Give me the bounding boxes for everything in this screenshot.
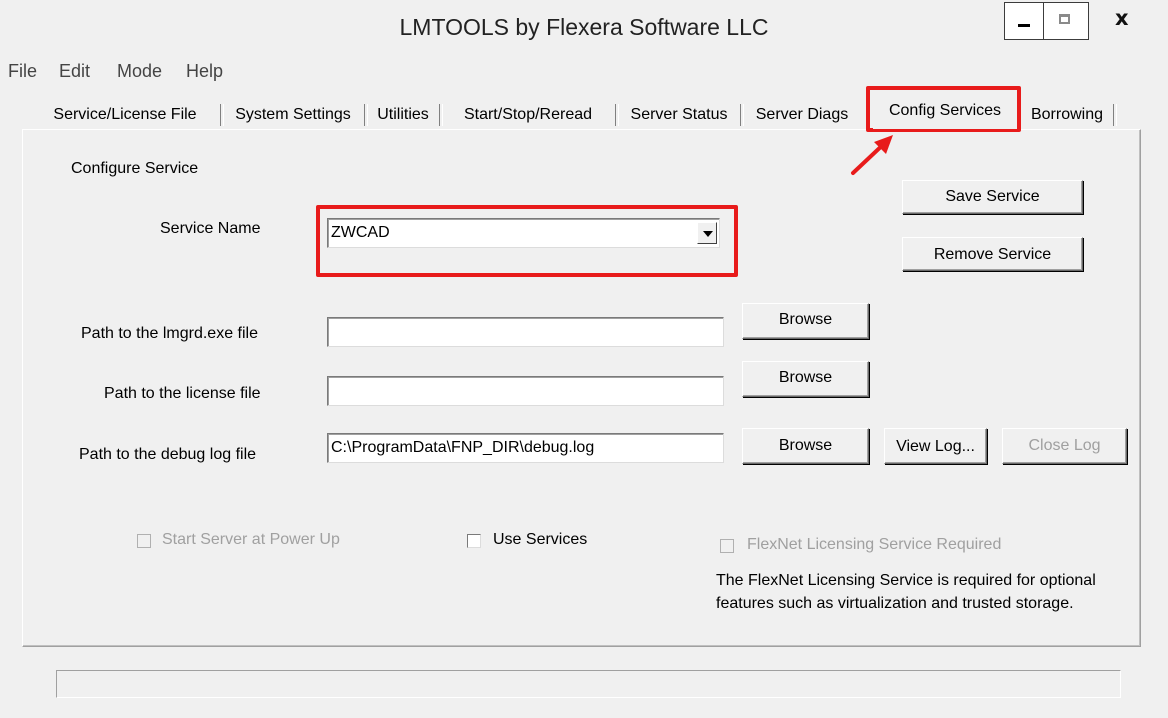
lmgrd-path-label: Path to the lmgrd.exe file — [81, 325, 258, 342]
close-icon: x — [1115, 6, 1129, 30]
tab-system-settings[interactable]: System Settings — [223, 100, 363, 129]
debug-log-path-input[interactable]: C:\ProgramData\FNP_DIR\debug.log — [327, 433, 724, 463]
menu-bar: File Edit Mode Help — [0, 58, 1168, 86]
menu-help[interactable]: Help — [186, 61, 223, 82]
chevron-down-icon[interactable] — [697, 222, 717, 244]
tab-config-services[interactable]: Config Services — [873, 96, 1017, 129]
start-server-label: Start Server at Power Up — [162, 531, 340, 548]
browse-lmgrd-button[interactable]: Browse — [742, 303, 869, 339]
tab-server-status[interactable]: Server Status — [618, 100, 740, 129]
start-server-checkbox[interactable] — [137, 534, 151, 548]
maximize-button[interactable] — [1044, 2, 1089, 40]
close-button[interactable]: x — [1089, 0, 1157, 38]
tab-server-diags[interactable]: Server Diags — [743, 100, 861, 129]
remove-service-button[interactable]: Remove Service — [902, 237, 1083, 271]
maximize-icon — [1059, 14, 1070, 24]
tab-borrowing[interactable]: Borrowing — [1022, 100, 1112, 129]
license-path-input[interactable] — [327, 376, 724, 406]
tab-utilities[interactable]: Utilities — [367, 100, 439, 129]
service-name-label: Service Name — [160, 220, 261, 237]
lmtools-window: LMTOOLS by Flexera Software LLC x File E… — [0, 0, 1168, 718]
menu-mode[interactable]: Mode — [117, 61, 162, 82]
tab-divider — [1113, 104, 1117, 126]
service-name-value: ZWCAD — [331, 224, 390, 241]
tab-service-license-file[interactable]: Service/License File — [30, 100, 220, 129]
status-bar — [56, 670, 1121, 698]
save-service-button[interactable]: Save Service — [902, 180, 1083, 214]
configure-service-label: Configure Service — [71, 160, 199, 177]
close-log-button[interactable]: Close Log — [1002, 428, 1127, 464]
debug-log-path-label: Path to the debug log file — [79, 446, 257, 463]
browse-license-button[interactable]: Browse — [742, 361, 869, 397]
flexnet-note-line2: features such as virtualization and trus… — [716, 595, 1074, 612]
license-path-label: Path to the license file — [104, 385, 261, 402]
annotation-arrow — [851, 135, 893, 175]
lmgrd-path-input[interactable] — [327, 317, 724, 347]
menu-edit[interactable]: Edit — [59, 61, 90, 82]
service-name-combobox[interactable]: ZWCAD — [327, 218, 720, 248]
use-services-checkbox[interactable] — [467, 534, 481, 548]
menu-file[interactable]: File — [8, 61, 37, 82]
view-log-button[interactable]: View Log... — [884, 428, 987, 464]
use-services-label: Use Services — [493, 531, 588, 548]
browse-debug-log-button[interactable]: Browse — [742, 428, 869, 464]
flexnet-required-label: FlexNet Licensing Service Required — [747, 536, 1002, 553]
flexnet-required-checkbox[interactable] — [720, 539, 734, 553]
minimize-button[interactable] — [1004, 2, 1044, 40]
minimize-icon — [1018, 24, 1030, 27]
title-bar[interactable]: LMTOOLS by Flexera Software LLC x — [0, 0, 1168, 52]
window-title: LMTOOLS by Flexera Software LLC — [399, 14, 769, 40]
flexnet-note-line1: The FlexNet Licensing Service is require… — [716, 572, 1096, 589]
tab-start-stop-reread[interactable]: Start/Stop/Reread — [442, 100, 614, 129]
